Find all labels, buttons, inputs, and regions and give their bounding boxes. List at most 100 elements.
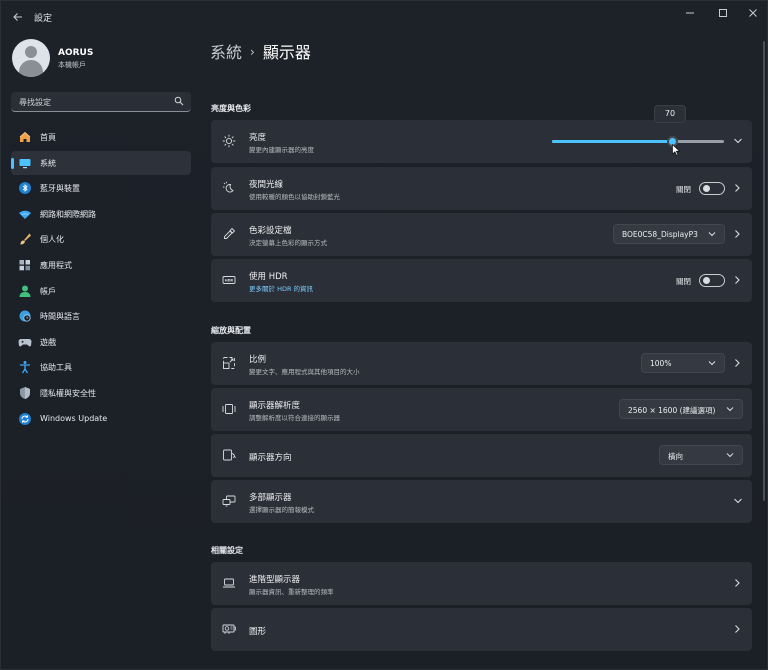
search-icon[interactable]: [174, 96, 184, 106]
sidebar-item-label: 系統: [40, 158, 56, 168]
multiple-displays-card[interactable]: 多部顯示器 選擇顯示器的簡報模式: [211, 480, 752, 523]
sidebar-item-label: 時間與語言: [40, 312, 80, 322]
chevron-right-icon[interactable]: [733, 578, 741, 588]
brightness-subtitle: 變更內建顯示器的亮度: [249, 146, 314, 154]
sidebar-item-network[interactable]: 網路和網際網路: [11, 202, 191, 226]
advanced-display-subtitle: 顯示器資訊、重新整理的頻率: [249, 588, 334, 596]
section-title-related: 相關設定: [211, 546, 243, 555]
chevron-down-icon[interactable]: [733, 137, 743, 145]
system-icon: [19, 158, 31, 168]
clock-globe-icon: [19, 310, 31, 322]
night-light-state: 關閉: [676, 185, 691, 194]
sidebar-item-windows-update[interactable]: Windows Update: [11, 407, 191, 431]
update-icon: [19, 412, 31, 425]
profile-account-type: 本機帳戶: [58, 61, 86, 69]
graphics-card-icon: [222, 624, 236, 634]
brightness-icon: [222, 134, 236, 148]
close-icon: [749, 9, 757, 17]
sidebar-item-apps[interactable]: 應用程式: [11, 253, 191, 277]
brightness-card[interactable]: 亮度 變更內建顯示器的亮度: [211, 120, 752, 163]
breadcrumb-parent[interactable]: 系統: [210, 43, 242, 62]
chevron-right-icon[interactable]: [733, 229, 741, 239]
night-light-title: 夜間光線: [249, 180, 284, 190]
close-button[interactable]: [737, 5, 768, 21]
maximize-button[interactable]: [707, 5, 739, 21]
scrollbar[interactable]: [763, 41, 765, 501]
color-profile-dropdown[interactable]: BOE0C58_DisplayP3: [613, 224, 725, 244]
orientation-dropdown[interactable]: 橫向: [659, 445, 743, 465]
brightness-title: 亮度: [249, 133, 267, 143]
resolution-dropdown[interactable]: 2560 × 1600 (建議選項): [619, 399, 743, 419]
sidebar-item-label: 藍牙與裝置: [40, 184, 80, 194]
section-title-brightness-color: 亮度與色彩: [211, 104, 251, 113]
maximize-icon: [719, 9, 727, 17]
graphics-title: 圖形: [249, 627, 267, 637]
orientation-value: 橫向: [668, 452, 683, 461]
orientation-card[interactable]: 顯示器方向 橫向: [211, 434, 752, 477]
scale-icon: [223, 357, 235, 369]
advanced-display-card[interactable]: 進階型顯示器 顯示器資訊、重新整理的頻率: [211, 562, 752, 605]
night-light-card[interactable]: 夜間光線 使用較暖的顏色以協助封鎖藍光 關閉: [211, 167, 752, 210]
chevron-down-icon: [708, 361, 716, 366]
sidebar-item-privacy-security[interactable]: 隱私權與安全性: [11, 381, 191, 405]
chevron-right-icon[interactable]: [733, 183, 741, 193]
resolution-subtitle: 調整解析度以符合連接的顯示器: [249, 414, 340, 422]
hdr-toggle[interactable]: [699, 274, 725, 287]
scale-dropdown[interactable]: 100%: [641, 353, 725, 373]
chevron-down-icon: [726, 453, 734, 458]
night-light-toggle[interactable]: [699, 182, 725, 195]
scale-card[interactable]: 比例 變更文字、應用程式與其他項目的大小 100%: [211, 342, 752, 385]
brightness-slider[interactable]: [552, 136, 724, 147]
color-profile-card[interactable]: 色彩設定檔 決定螢幕上色彩的顯示方式 BOE0C58_DisplayP3: [211, 213, 752, 256]
resolution-icon: [222, 404, 236, 414]
chevron-down-icon[interactable]: [733, 497, 743, 505]
chevron-right-icon[interactable]: [733, 358, 741, 368]
resolution-card[interactable]: 顯示器解析度 調整解析度以符合連接的顯示器 2560 × 1600 (建議選項): [211, 388, 752, 431]
sidebar-item-system[interactable]: 系統: [11, 150, 191, 175]
app-title: 設定: [34, 14, 53, 24]
sidebar-item-accounts[interactable]: 帳戶: [11, 279, 191, 303]
resolution-title: 顯示器解析度: [249, 401, 301, 411]
sidebar-item-personalization[interactable]: 個人化: [11, 227, 191, 251]
avatar: [12, 39, 50, 77]
chevron-right-icon[interactable]: [733, 275, 741, 285]
shield-icon: [20, 386, 30, 399]
brightness-value-tooltip: 70: [654, 105, 686, 123]
minimize-icon: [686, 12, 694, 14]
hdr-title: 使用 HDR: [249, 272, 288, 282]
graphics-card[interactable]: 圖形: [211, 608, 752, 651]
sidebar-item-accessibility[interactable]: 協助工具: [11, 355, 191, 379]
account-icon: [19, 285, 31, 297]
eyedropper-icon: [224, 227, 236, 239]
sidebar-item-gaming[interactable]: 遊戲: [11, 330, 191, 354]
brush-icon: [20, 233, 31, 245]
sidebar-item-label: 個人化: [40, 235, 64, 245]
resolution-value: 2560 × 1600 (建議選項): [628, 406, 716, 415]
brightness-slider-fill: [552, 140, 673, 143]
sidebar-nav: 首頁 系統 藍牙與裝置 網路和網際網路 個人化 應用程式 帳戶 時間與語言 遊戲…: [11, 125, 191, 432]
svg-text:HDR: HDR: [225, 279, 234, 283]
sidebar-item-label: 隱私權與安全性: [40, 388, 96, 398]
sidebar-item-bluetooth[interactable]: 藍牙與裝置: [11, 176, 191, 200]
chevron-right-icon[interactable]: [733, 624, 741, 634]
night-light-subtitle: 使用較暖的顏色以協助封鎖藍光: [249, 193, 340, 201]
active-indicator: [11, 157, 14, 169]
bluetooth-icon: [19, 182, 31, 195]
sidebar-item-home[interactable]: 首頁: [11, 125, 191, 149]
back-button[interactable]: [9, 9, 27, 25]
mouse-cursor-icon: [672, 144, 680, 156]
laptop-icon: [223, 578, 235, 588]
color-profile-title: 色彩設定檔: [249, 226, 292, 236]
hdr-icon: HDR: [222, 276, 236, 284]
sidebar-item-label: 網路和網際網路: [40, 209, 96, 219]
multiple-displays-subtitle: 選擇顯示器的簡報模式: [249, 506, 314, 514]
sidebar-item-time-language[interactable]: 時間與語言: [11, 304, 191, 328]
hdr-card[interactable]: HDR 使用 HDR 更多關於 HDR 的資訊 關閉: [211, 259, 752, 302]
sidebar-item-label: 帳戶: [40, 286, 56, 296]
scale-value: 100%: [650, 359, 672, 368]
hdr-learn-more-link[interactable]: 更多關於 HDR 的資訊: [249, 283, 313, 293]
minimize-button[interactable]: [674, 5, 706, 21]
search-input[interactable]: 尋找設定: [11, 92, 191, 112]
title-bar: 設定: [1, 1, 767, 33]
orientation-icon: [223, 449, 236, 461]
